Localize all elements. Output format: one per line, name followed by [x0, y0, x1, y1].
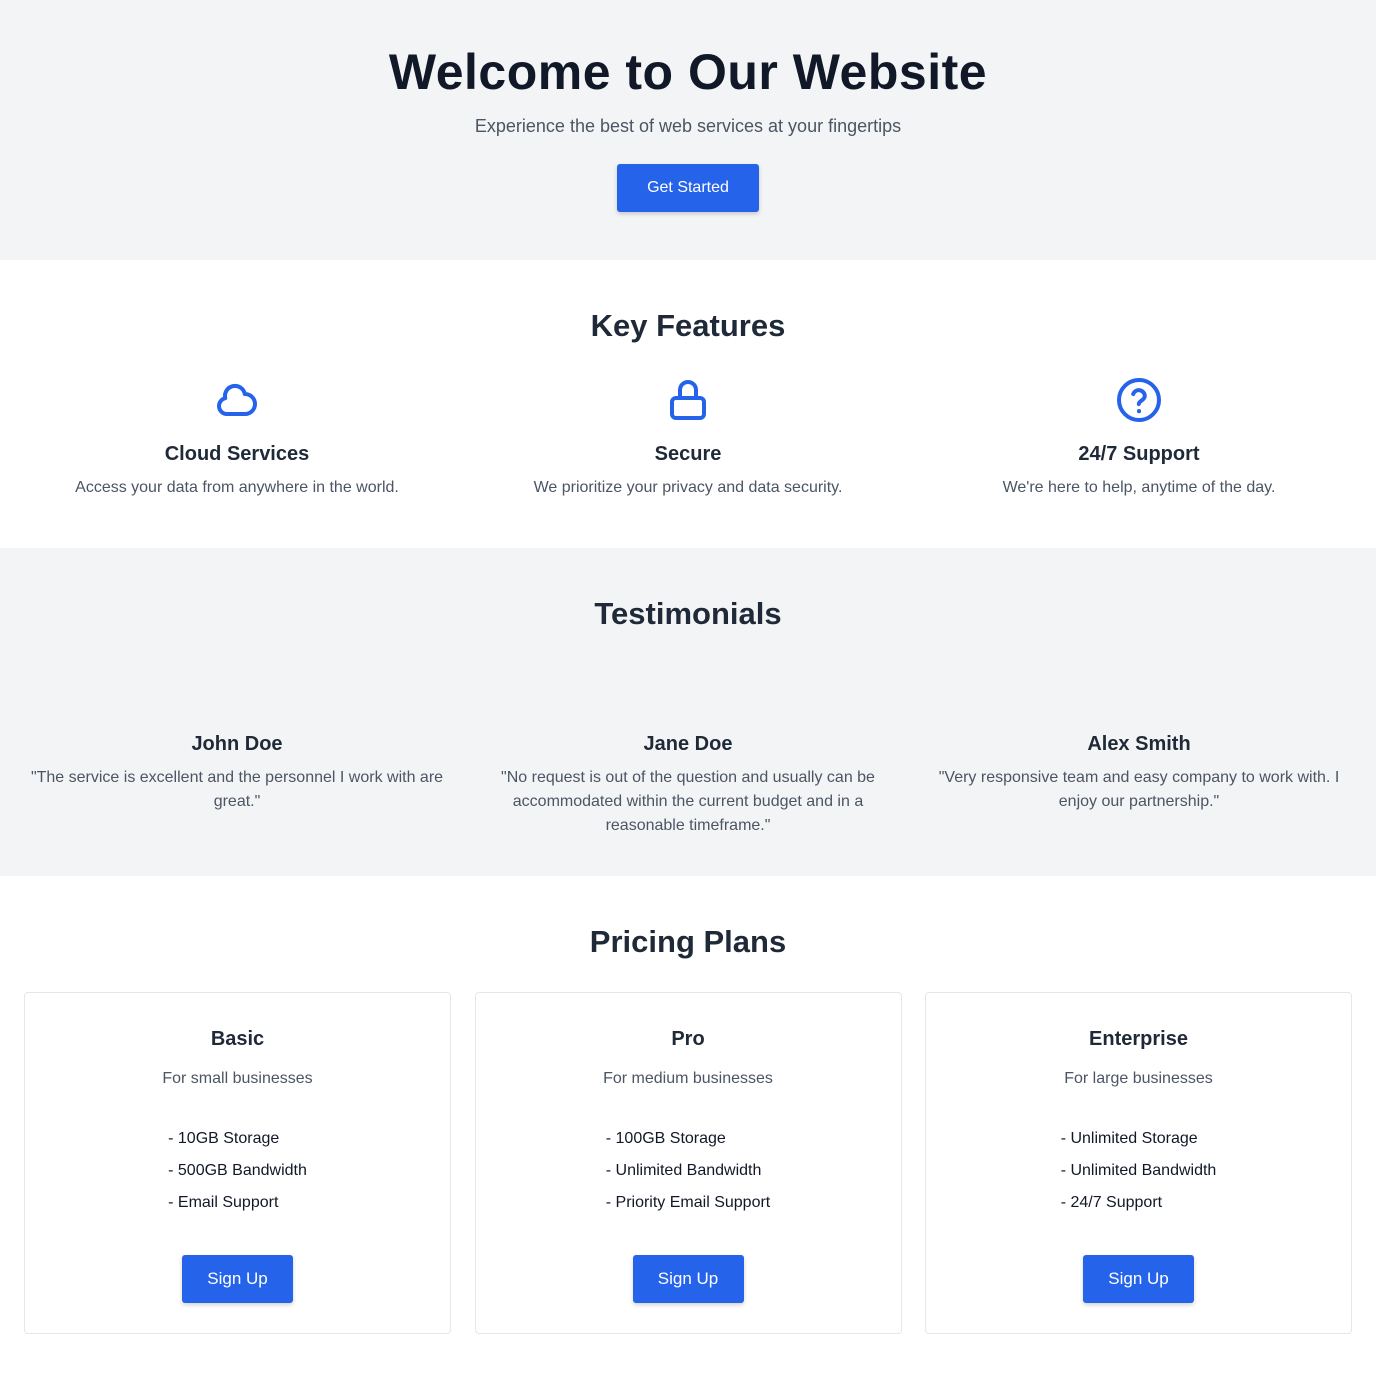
plan-name: Enterprise [1089, 1028, 1188, 1050]
testimonial-quote: "Very responsive team and easy company t… [938, 769, 1340, 810]
testimonials-section: Testimonials John Doe "The service is ex… [0, 548, 1376, 876]
testimonial-name: Alex Smith [1087, 733, 1191, 755]
testimonial-quote: "No request is out of the question and u… [501, 769, 875, 834]
plan-feature: - 100GB Storage [605, 1130, 726, 1147]
features-title: Key Features [590, 308, 786, 343]
hero-title: Welcome to Our Website [388, 44, 988, 100]
testimonial-quote: "The service is excellent and the person… [30, 769, 444, 810]
testimonials-title: Testimonials [594, 596, 782, 631]
feature-item: 24/7 Support We're here to help, anytime… [926, 376, 1352, 500]
sign-up-button-enterprise[interactable]: Sign Up [1083, 1255, 1194, 1303]
plan-subtitle: For small businesses [162, 1070, 313, 1087]
pricing-card-basic: Basic For small businesses - 10GB Storag… [24, 992, 451, 1334]
feature-description: We're here to help, anytime of the day. [1002, 479, 1276, 496]
plan-feature: - 10GB Storage [168, 1130, 280, 1147]
pricing-card-enterprise: Enterprise For large businesses - Unlimi… [925, 992, 1352, 1334]
hero-section: Welcome to Our Website Experience the be… [0, 0, 1376, 260]
testimonial-name: John Doe [191, 733, 283, 755]
pricing-cards: Basic For small businesses - 10GB Storag… [0, 992, 1376, 1334]
question-circle-icon [1117, 378, 1161, 422]
feature-title: Cloud Services [164, 443, 310, 465]
cloud-icon [217, 383, 257, 416]
testimonial-item: Jane Doe "No request is out of the quest… [475, 730, 901, 838]
feature-description: Access your data from anywhere in the wo… [75, 479, 399, 496]
plan-subtitle: For medium businesses [603, 1070, 773, 1087]
feature-title: 24/7 Support [1078, 443, 1200, 465]
testimonial-item: Alex Smith "Very responsive team and eas… [926, 730, 1352, 838]
features-list: Cloud Services Access your data from any… [0, 376, 1376, 500]
testimonial-name: Jane Doe [643, 733, 733, 755]
plan-feature: - Unlimited Bandwidth [1060, 1162, 1217, 1179]
feature-item: Secure We prioritize your privacy and da… [475, 376, 901, 500]
plan-feature: - Unlimited Bandwidth [605, 1162, 762, 1179]
hero-subtitle: Experience the best of web services at y… [474, 116, 902, 136]
plan-feature: - Priority Email Support [605, 1194, 771, 1211]
plan-feature: - Unlimited Storage [1060, 1130, 1198, 1147]
pricing-title: Pricing Plans [589, 924, 787, 959]
plan-feature-list: - Unlimited Storage - Unlimited Bandwidt… [1061, 1123, 1217, 1219]
plan-name: Basic [210, 1028, 265, 1050]
get-started-button[interactable]: Get Started [617, 164, 759, 212]
pricing-card-pro: Pro For medium businesses - 100GB Storag… [474, 992, 902, 1334]
plan-feature: - 24/7 Support [1060, 1194, 1163, 1211]
testimonials-list: John Doe "The service is excellent and t… [0, 730, 1376, 838]
sign-up-button-pro[interactable]: Sign Up [632, 1255, 744, 1303]
sign-up-button-basic[interactable]: Sign Up [182, 1255, 293, 1303]
feature-item: Cloud Services Access your data from any… [24, 376, 450, 500]
plan-feature-list: - 100GB Storage - Unlimited Bandwidth - … [606, 1123, 771, 1219]
features-section: Key Features Cloud Services Access your … [0, 260, 1376, 548]
pricing-section: Pricing Plans Basic For small businesses… [0, 876, 1376, 1382]
feature-title: Secure [654, 443, 722, 465]
testimonial-item: John Doe "The service is excellent and t… [24, 730, 450, 838]
plan-feature: - 500GB Bandwidth [168, 1162, 307, 1179]
feature-description: We prioritize your privacy and data secu… [533, 479, 843, 496]
plan-feature: - Email Support [168, 1194, 279, 1211]
plan-feature-list: - 10GB Storage - 500GB Bandwidth - Email… [168, 1123, 307, 1219]
lock-icon [670, 380, 706, 420]
plan-subtitle: For large businesses [1064, 1070, 1213, 1087]
plan-name: Pro [671, 1028, 705, 1050]
